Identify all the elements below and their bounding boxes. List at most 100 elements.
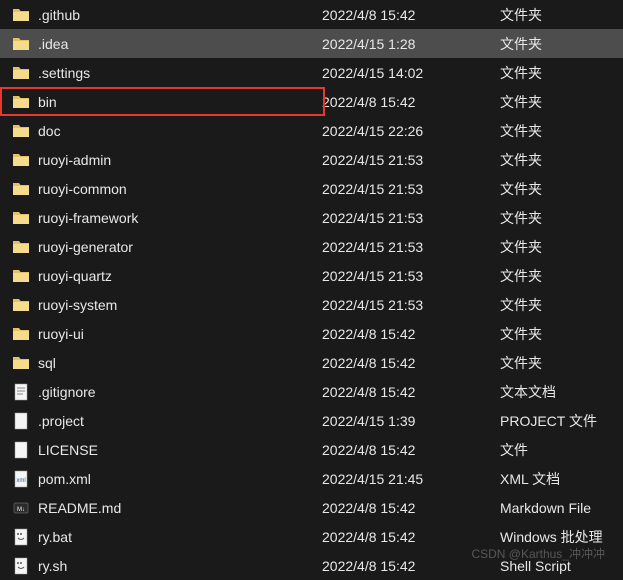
file-type: 文件夹	[500, 121, 623, 141]
md-icon: M↓	[12, 499, 30, 517]
file-date: 2022/4/15 21:53	[322, 210, 500, 226]
file-row[interactable]: LICENSE 2022/4/8 15:42文件	[0, 435, 623, 464]
file-date: 2022/4/15 21:53	[322, 152, 500, 168]
file-name: ry.sh	[38, 558, 67, 574]
file-type: 文件夹	[500, 266, 623, 286]
file-name: .github	[38, 7, 80, 23]
file-name: sql	[38, 355, 56, 371]
folder-icon	[12, 6, 30, 24]
watermark-text: CSDN @Karthus_冲冲冲	[471, 545, 605, 562]
file-date: 2022/4/15 21:53	[322, 297, 500, 313]
file-row[interactable]: ruoyi-quartz 2022/4/15 21:53文件夹	[0, 261, 623, 290]
file-name: ruoyi-generator	[38, 239, 133, 255]
folder-icon	[12, 180, 30, 198]
file-name: ruoyi-admin	[38, 152, 111, 168]
file-date: 2022/4/8 15:42	[322, 384, 500, 400]
folder-icon	[12, 93, 30, 111]
file-type: 文件夹	[500, 237, 623, 257]
file-type: 文件夹	[500, 179, 623, 199]
file-name: ruoyi-common	[38, 181, 127, 197]
file-row[interactable]: ruoyi-generator 2022/4/15 21:53文件夹	[0, 232, 623, 261]
file-row[interactable]: .gitignore 2022/4/8 15:42文本文档	[0, 377, 623, 406]
file-row[interactable]: .settings 2022/4/15 14:02文件夹	[0, 58, 623, 87]
file-name: .gitignore	[38, 384, 96, 400]
file-row[interactable]: ruoyi-admin 2022/4/15 21:53文件夹	[0, 145, 623, 174]
file-type: 文件夹	[500, 324, 623, 344]
folder-icon	[12, 209, 30, 227]
file-date: 2022/4/8 15:42	[322, 326, 500, 342]
file-name: LICENSE	[38, 442, 98, 458]
file-name: ruoyi-quartz	[38, 268, 112, 284]
file-row[interactable]: ruoyi-framework 2022/4/15 21:53文件夹	[0, 203, 623, 232]
file-row[interactable]: sql 2022/4/8 15:42文件夹	[0, 348, 623, 377]
script-icon	[12, 528, 30, 546]
file-row[interactable]: doc 2022/4/15 22:26文件夹	[0, 116, 623, 145]
file-type: 文件夹	[500, 92, 623, 112]
file-date: 2022/4/15 1:28	[322, 36, 500, 52]
folder-icon	[12, 238, 30, 256]
file-row[interactable]: .github 2022/4/8 15:42文件夹	[0, 0, 623, 29]
file-date: 2022/4/15 21:53	[322, 181, 500, 197]
file-date: 2022/4/15 14:02	[322, 65, 500, 81]
file-name: ruoyi-framework	[38, 210, 138, 226]
file-name: .project	[38, 413, 84, 429]
folder-icon	[12, 35, 30, 53]
file-name: README.md	[38, 500, 121, 516]
file-name: ruoyi-system	[38, 297, 117, 313]
file-date: 2022/4/15 21:45	[322, 471, 500, 487]
folder-icon	[12, 354, 30, 372]
svg-text:xml: xml	[16, 478, 25, 484]
file-icon	[12, 412, 30, 430]
file-name: .idea	[38, 36, 68, 52]
file-type: 文件夹	[500, 295, 623, 315]
file-date: 2022/4/8 15:42	[322, 94, 500, 110]
file-type: Markdown File	[500, 500, 623, 516]
folder-icon	[12, 325, 30, 343]
file-date: 2022/4/8 15:42	[322, 7, 500, 23]
file-row[interactable]: ruoyi-system 2022/4/15 21:53文件夹	[0, 290, 623, 319]
file-name: .settings	[38, 65, 90, 81]
file-icon	[12, 441, 30, 459]
file-date: 2022/4/15 21:53	[322, 268, 500, 284]
file-type: 文件夹	[500, 208, 623, 228]
file-row[interactable]: .idea 2022/4/15 1:28文件夹	[0, 29, 623, 58]
text-icon	[12, 383, 30, 401]
file-list: .github2022/4/8 15:42文件夹.idea2022/4/15 1…	[0, 0, 623, 580]
folder-icon	[12, 122, 30, 140]
file-type: 文件夹	[500, 63, 623, 83]
file-date: 2022/4/15 1:39	[322, 413, 500, 429]
file-date: 2022/4/8 15:42	[322, 500, 500, 516]
folder-icon	[12, 267, 30, 285]
folder-icon	[12, 296, 30, 314]
file-name: pom.xml	[38, 471, 91, 487]
file-type: XML 文档	[500, 469, 623, 489]
file-name: bin	[38, 94, 57, 110]
file-type: PROJECT 文件	[500, 411, 623, 431]
file-date: 2022/4/8 15:42	[322, 529, 500, 545]
folder-icon	[12, 151, 30, 169]
file-type: 文件夹	[500, 353, 623, 373]
file-type: 文件夹	[500, 150, 623, 170]
file-date: 2022/4/15 22:26	[322, 123, 500, 139]
file-type: 文件夹	[500, 5, 623, 25]
file-row[interactable]: M↓ README.md 2022/4/8 15:42Markdown File	[0, 493, 623, 522]
file-type: 文件	[500, 440, 623, 460]
file-type: Windows 批处理	[500, 527, 623, 547]
file-row[interactable]: bin 2022/4/8 15:42文件夹	[0, 87, 623, 116]
file-row[interactable]: .project 2022/4/15 1:39PROJECT 文件	[0, 406, 623, 435]
file-date: 2022/4/8 15:42	[322, 355, 500, 371]
file-type: 文件夹	[500, 34, 623, 54]
file-date: 2022/4/8 15:42	[322, 442, 500, 458]
file-name: doc	[38, 123, 61, 139]
file-row[interactable]: xml pom.xml 2022/4/15 21:45XML 文档	[0, 464, 623, 493]
file-type: 文本文档	[500, 382, 623, 402]
script-icon	[12, 557, 30, 575]
file-row[interactable]: ruoyi-common 2022/4/15 21:53文件夹	[0, 174, 623, 203]
file-date: 2022/4/15 21:53	[322, 239, 500, 255]
file-name: ruoyi-ui	[38, 326, 84, 342]
file-row[interactable]: ruoyi-ui 2022/4/8 15:42文件夹	[0, 319, 623, 348]
svg-text:M↓: M↓	[17, 507, 25, 513]
folder-icon	[12, 64, 30, 82]
file-name: ry.bat	[38, 529, 72, 545]
xml-icon: xml	[12, 470, 30, 488]
